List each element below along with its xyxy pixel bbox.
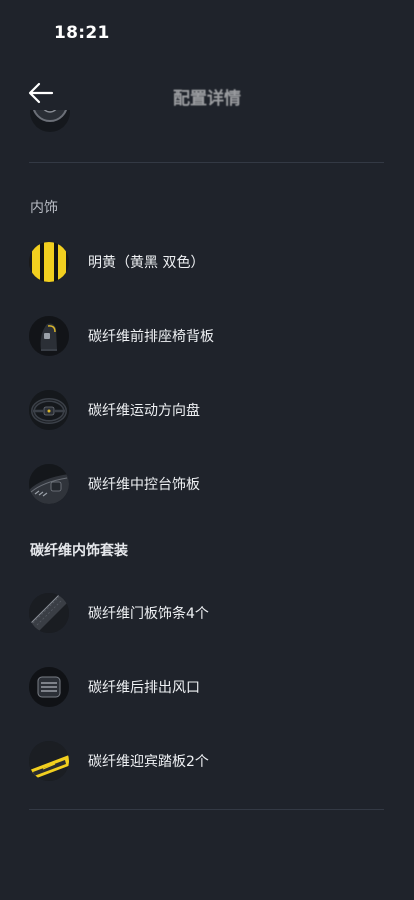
option-label: 碳纤维迎宾踏板2个 [88, 754, 209, 770]
divider [29, 809, 384, 810]
center-console-thumbnail-icon [29, 464, 69, 504]
option-row-carbon-center-console[interactable]: 碳纤维中控台饰板 [0, 456, 414, 512]
option-label: 碳纤维门板饰条4个 [88, 606, 209, 622]
option-row-carbon-sill-plate[interactable]: 碳纤维迎宾踏板2个 [0, 733, 414, 789]
rear-vent-thumbnail-icon [29, 667, 69, 707]
option-label: 碳纤维运动方向盘 [88, 403, 200, 419]
option-row-yellow-dual-tone[interactable]: 明黄（黄黑 双色） [0, 234, 414, 290]
sill-plate-thumbnail-icon [29, 741, 69, 781]
option-row-carbon-door-trim[interactable]: 碳纤维门板饰条4个 [0, 585, 414, 641]
option-label: 碳纤维后排出风口 [88, 680, 200, 696]
option-row-carbon-steering-wheel[interactable]: 碳纤维运动方向盘 [0, 382, 414, 438]
option-label: 明黄（黄黑 双色） [88, 255, 205, 271]
door-trim-thumbnail-icon [29, 593, 69, 633]
option-label: 碳纤维前排座椅背板 [88, 329, 214, 345]
divider [29, 162, 384, 163]
option-label: 碳纤维中控台饰板 [88, 477, 200, 493]
page-title: 配置详情 [173, 89, 241, 109]
option-row-carbon-rear-vent[interactable]: 碳纤维后排出风口 [0, 659, 414, 715]
section-title-interior: 内饰 [30, 200, 58, 216]
section-title-carbon-package: 碳纤维内饰套装 [30, 543, 128, 559]
previous-item-thumbnail [30, 110, 70, 132]
yellow-black-stripes-swatch-icon [29, 242, 69, 282]
options-list[interactable]: 内饰 明黄（黄黑 双色） 碳纤维前排座椅背板 碳纤维运动方向盘 碳纤维中控台饰板… [0, 110, 414, 900]
status-bar-time: 18:21 [54, 23, 110, 43]
steering-wheel-thumbnail-icon [29, 390, 69, 430]
seat-back-thumbnail-icon [29, 316, 69, 356]
option-row-carbon-seat-back[interactable]: 碳纤维前排座椅背板 [0, 308, 414, 364]
